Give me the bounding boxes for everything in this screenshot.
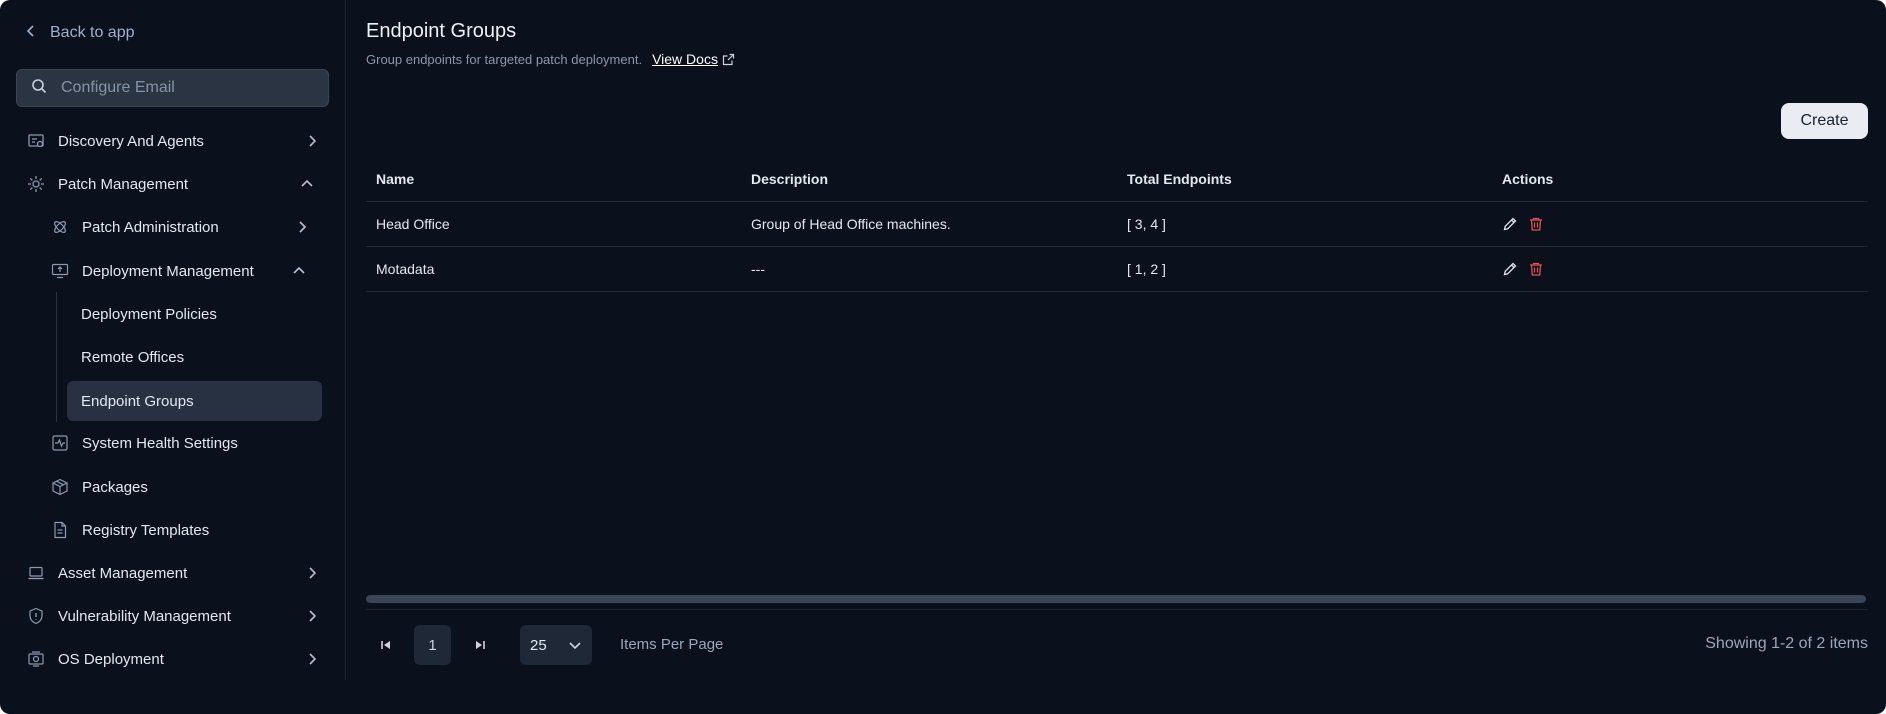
os-deployment-icon	[26, 649, 46, 669]
horizontal-scrollbar[interactable]	[366, 595, 1866, 603]
app-window: Back to app Discovery And Agents Patch M…	[0, 0, 1886, 714]
first-page-icon	[381, 641, 390, 649]
sidebar-item-label: Asset Management	[58, 564, 188, 582]
sidebar-item-remote-offices[interactable]: Remote Offices	[81, 337, 321, 377]
edit-icon[interactable]	[1502, 261, 1518, 277]
items-per-page-label: Items Per Page	[620, 636, 724, 653]
sidebar-item-registry-templates[interactable]: Registry Templates	[50, 510, 320, 550]
divider	[366, 609, 1868, 610]
sidebar-item-label: Remote Offices	[81, 348, 185, 366]
sidebar-item-asset-management[interactable]: Asset Management	[26, 553, 326, 593]
health-icon	[50, 433, 70, 453]
patch-icon	[26, 174, 46, 194]
table-row[interactable]: Motadata --- [ 1, 2 ]	[366, 246, 1868, 292]
last-page-icon	[476, 641, 485, 649]
tree-line	[56, 292, 57, 422]
edit-icon[interactable]	[1502, 216, 1518, 232]
sidebar-item-label: Discovery And Agents	[58, 132, 204, 150]
column-header-total-endpoints[interactable]: Total Endpoints	[1117, 157, 1492, 202]
main-content: Endpoint Groups Group endpoints for targ…	[366, 0, 1868, 680]
sidebar-item-label: Packages	[82, 478, 148, 496]
per-page-value: 25	[530, 636, 547, 654]
page-title: Endpoint Groups	[366, 20, 517, 42]
sidebar-item-label: Endpoint Groups	[81, 392, 194, 410]
chevron-up-icon	[293, 266, 305, 274]
sidebar-item-deployment-policies[interactable]: Deployment Policies	[81, 294, 321, 334]
endpoint-groups-table: Name Description Total Endpoints Actions…	[366, 157, 1868, 292]
first-page-button[interactable]	[374, 625, 398, 665]
cell-name: Motadata	[366, 246, 741, 292]
sidebar-search	[16, 69, 329, 107]
delete-icon[interactable]	[1528, 216, 1544, 232]
view-docs-label: View Docs	[652, 51, 718, 67]
atom-icon	[50, 217, 70, 237]
pagination: 1 25 Items Per Page Showing 1-2 of 2 ite…	[366, 625, 1868, 665]
monitor-upload-icon	[50, 261, 70, 281]
items-per-page-select[interactable]: 25	[520, 625, 592, 665]
chevron-down-icon	[569, 642, 581, 650]
last-page-button[interactable]	[468, 625, 492, 665]
chevron-right-icon	[299, 221, 307, 233]
sidebar-item-label: Registry Templates	[82, 521, 210, 539]
back-to-app-link[interactable]: Back to app	[26, 20, 135, 46]
sidebar-item-label: Patch Administration	[82, 218, 219, 236]
search-icon	[31, 78, 47, 99]
column-header-description[interactable]: Description	[741, 157, 1117, 202]
chevron-left-icon	[26, 24, 36, 43]
laptop-icon	[26, 563, 46, 583]
back-to-app-label: Back to app	[50, 24, 135, 41]
cell-description: Group of Head Office machines.	[741, 201, 1117, 247]
pagination-summary: Showing 1-2 of 2 items	[1705, 635, 1868, 652]
table-header-row: Name Description Total Endpoints Actions	[366, 157, 1868, 202]
table-row[interactable]: Head Office Group of Head Office machine…	[366, 201, 1868, 247]
sidebar-item-system-health-settings[interactable]: System Health Settings	[50, 423, 320, 463]
sidebar-item-label: Vulnerability Management	[58, 607, 231, 625]
external-link-icon	[722, 53, 735, 65]
page-subtitle: Group endpoints for targeted patch deplo…	[366, 51, 735, 67]
sidebar-item-label: OS Deployment	[58, 650, 164, 668]
cell-actions	[1492, 246, 1868, 292]
discovery-icon	[26, 131, 46, 151]
page-number-button[interactable]: 1	[414, 625, 451, 665]
sidebar-item-label: Patch Management	[58, 175, 189, 193]
chevron-right-icon	[309, 135, 317, 147]
chevron-up-icon	[301, 179, 313, 187]
package-icon	[50, 477, 70, 497]
cell-actions	[1492, 201, 1868, 247]
file-icon	[50, 520, 70, 540]
cell-description: ---	[741, 246, 1117, 292]
sidebar-item-deployment-management[interactable]: Deployment Management	[50, 251, 320, 291]
chevron-right-icon	[309, 567, 317, 579]
sidebar-item-os-deployment[interactable]: OS Deployment	[26, 639, 326, 679]
sidebar-item-patch-administration[interactable]: Patch Administration	[50, 207, 320, 247]
sidebar-item-label: Deployment Policies	[81, 305, 217, 323]
delete-icon[interactable]	[1528, 261, 1544, 277]
view-docs-link[interactable]: View Docs	[652, 51, 735, 67]
sidebar-item-packages[interactable]: Packages	[50, 467, 320, 507]
cell-total-endpoints: [ 3, 4 ]	[1117, 201, 1492, 247]
cell-name: Head Office	[366, 201, 741, 247]
chevron-right-icon	[309, 610, 317, 622]
sidebar-item-vulnerability-management[interactable]: Vulnerability Management	[26, 596, 326, 636]
sidebar-item-patch-management[interactable]: Patch Management	[26, 164, 326, 204]
search-input[interactable]	[61, 79, 301, 97]
shield-icon	[26, 606, 46, 626]
sidebar-item-label: System Health Settings	[82, 434, 238, 452]
chevron-right-icon	[309, 653, 317, 665]
sidebar-item-discovery-and-agents[interactable]: Discovery And Agents	[26, 121, 326, 161]
column-header-actions: Actions	[1492, 157, 1868, 202]
sidebar-item-label: Deployment Management	[82, 262, 254, 280]
sidebar-item-endpoint-groups[interactable]: Endpoint Groups	[81, 381, 321, 421]
subtitle-text: Group endpoints for targeted patch deplo…	[366, 51, 643, 67]
sidebar: Back to app Discovery And Agents Patch M…	[0, 0, 346, 680]
cell-total-endpoints: [ 1, 2 ]	[1117, 246, 1492, 292]
column-header-name[interactable]: Name	[366, 157, 741, 202]
create-button[interactable]: Create	[1781, 103, 1868, 139]
